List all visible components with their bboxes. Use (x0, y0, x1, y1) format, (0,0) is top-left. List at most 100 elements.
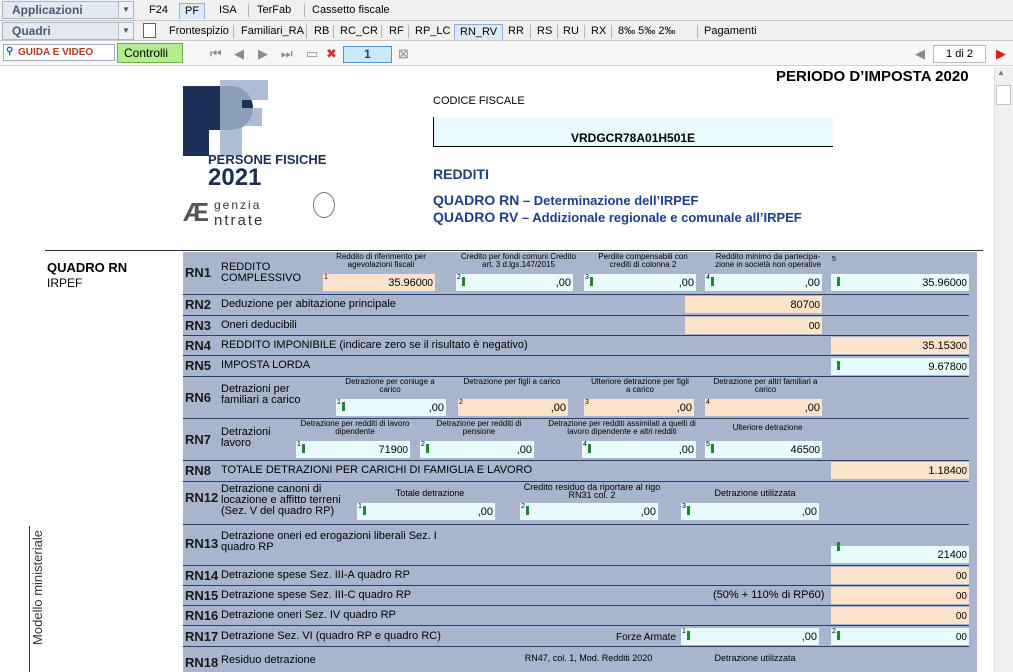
applicazioni-dropdown[interactable]: Applicazioni ▼ (2, 1, 134, 19)
page-number-input[interactable]: 1 (343, 46, 392, 63)
new-page-icon[interactable]: ▭ (306, 46, 318, 62)
guida-video-button[interactable]: ⚲ GUIDA E VIDEO (3, 44, 115, 61)
rn17-forze-armate[interactable]: 1,00 (681, 628, 819, 645)
tab-rf[interactable]: RF (384, 24, 409, 40)
tab-cassetto-fiscale[interactable]: Cassetto fiscale (307, 3, 395, 19)
tab-rr[interactable]: RR (503, 24, 529, 40)
rn16-label: Detrazione oneri Sez. IV quadro RP (221, 609, 396, 621)
rn7-pensione[interactable]: 2,00 (420, 441, 534, 458)
rn8-code: RN8 (185, 463, 212, 478)
rn15-note: (50% + 110% di RP60) (713, 589, 825, 601)
rn13-value[interactable]: 21400 (831, 542, 969, 563)
rn1-cap3: Perdite compensabili con crediti di colo… (598, 252, 688, 269)
tab-rn-rv[interactable]: RN_RV (454, 24, 504, 40)
logo-year: 2021 (208, 164, 262, 191)
rn7-assimilati[interactable]: 4,00 (582, 441, 696, 458)
divider (45, 250, 983, 251)
prev-page-icon[interactable]: ◀ (915, 46, 925, 62)
rn6-cap1: Detrazione per coniuge a carico (345, 377, 435, 394)
rn7-lavoro-dipendente[interactable]: 1 71900 (296, 441, 410, 458)
rn12-cap1: Totale detrazione (395, 488, 465, 498)
cancel-icon[interactable]: ⊠ (398, 46, 409, 62)
rn6-figli[interactable]: 2,00 (458, 399, 568, 416)
controlli-button[interactable]: Controlli (117, 43, 183, 63)
tab-frontespizio[interactable]: Frontespizio (164, 24, 234, 40)
next-page-icon[interactable]: ▶ (258, 46, 268, 62)
tab-familiari-ra[interactable]: Familiari_RA (236, 24, 309, 40)
next-page-icon[interactable]: ▶ (996, 46, 1006, 62)
rn5-value[interactable]: 9.67800 (831, 358, 969, 375)
rn1-cap2: Credito per fondi comuni Credito art. 3 … (460, 252, 577, 269)
quadri-label: Quadri (12, 24, 51, 38)
pdf-icon[interactable] (143, 23, 156, 38)
prev-page-icon[interactable]: ◀ (234, 46, 244, 62)
delete-page-icon[interactable]: ✖ (326, 46, 337, 62)
rn1-credito-fondi[interactable]: 2,00 (456, 274, 573, 291)
rn1-reddito-riferimento[interactable]: 1 35.96000 (323, 274, 435, 291)
rn7-label: Detrazioni lavoro (221, 426, 271, 449)
rn4-value[interactable]: 35.15300 (831, 337, 969, 354)
rn7-ulteriore[interactable]: 5 46500 (705, 441, 822, 458)
rn14-label: Detrazione spese Sez. III-A quadro RP (221, 569, 410, 581)
guida-label: GUIDA E VIDEO (18, 47, 94, 58)
rn1-perdite[interactable]: 3,00 (584, 274, 696, 291)
rn14-value[interactable]: 00 (831, 567, 969, 584)
rn6-altri-familiari[interactable]: 4,00 (705, 399, 822, 416)
pf-logo: PERSONE FISICHE 2021 Æ genzia ntrate (183, 80, 353, 235)
rn12-cap3: Detrazione utilizzata (714, 488, 796, 498)
tab-per-mille[interactable]: 8‰ 5‰ 2‰ (613, 24, 680, 40)
rn14-code: RN14 (185, 568, 219, 583)
rn4-label: REDDITO IMPONIBILE (indicare zero se il … (221, 339, 528, 351)
rn12-cap2: Credito residuo da riportare al rigo RN3… (523, 482, 661, 500)
rn16-code: RN16 (185, 608, 219, 623)
rn6-cap2: Detrazione per figli a carico (463, 377, 561, 386)
rn2-code: RN2 (185, 297, 212, 312)
rn12-credito[interactable]: 2,00 (520, 503, 658, 520)
rn17-value[interactable]: 2 00 (831, 628, 969, 645)
rn8-value[interactable]: 1.18400 (831, 462, 969, 479)
rn15-label: Detrazione spese Sez. III-C quadro RP (221, 589, 412, 601)
rn6-ulteriore-figli[interactable]: 3,00 (584, 399, 694, 416)
rn3-value[interactable]: 00 (685, 317, 822, 334)
rn1-reddito-complessivo[interactable]: 5 35.96000 (831, 256, 969, 291)
rn6-coniuge[interactable]: 1,00 (336, 399, 446, 416)
last-page-icon[interactable]: ⏭ (281, 46, 293, 62)
rn6-cap3: Ulteriore detrazione per figli a carico (591, 377, 689, 394)
tab-rb[interactable]: RB (309, 24, 334, 40)
rn7-cap3: Detrazione per redditi assimilati a quel… (548, 419, 696, 436)
tab-f24[interactable]: F24 (144, 3, 173, 19)
applicazioni-label: Applicazioni (12, 3, 83, 17)
chevron-down-icon[interactable]: ▼ (118, 23, 133, 39)
rn12-totale[interactable]: 1,00 (357, 503, 495, 520)
rn3-label: Oneri deducibili (221, 319, 297, 331)
rn5-label: IMPOSTA LORDA (221, 359, 311, 371)
tab-rs[interactable]: RS (532, 24, 557, 40)
rn1-label: REDDITO COMPLESSIVO (221, 261, 302, 284)
codice-fiscale-field[interactable]: VRDGCR78A01H501E (433, 117, 833, 147)
tab-rp-lc[interactable]: RP_LC (410, 24, 455, 40)
rn15-value[interactable]: 00 (831, 587, 969, 604)
tab-pagamenti[interactable]: Pagamenti (699, 24, 762, 40)
rn12-utilizzata[interactable]: 3,00 (681, 503, 819, 520)
rn1-reddito-minimo[interactable]: 4,00 (705, 274, 822, 291)
scroll-up-icon[interactable]: ▲ (997, 68, 1005, 77)
tab-terfab[interactable]: TerFab (252, 3, 296, 19)
rn1-cap1: Reddito di riferimento per agevolazioni … (336, 252, 426, 269)
tab-ru[interactable]: RU (558, 24, 584, 40)
rn13-code: RN13 (185, 536, 219, 551)
rn2-value[interactable]: 80700 (685, 296, 822, 313)
rn8-label: TOTALE DETRAZIONI PER CARICHI DI FAMIGLI… (221, 464, 533, 476)
tab-rc-cr[interactable]: RC_CR (335, 24, 383, 40)
rn7-cap5: Ulteriore detrazione (732, 423, 803, 432)
tab-rx[interactable]: RX (586, 24, 611, 40)
tab-pf[interactable]: PF (179, 3, 206, 19)
quadri-dropdown[interactable]: Quadri ▼ (2, 22, 134, 40)
rn6-label: Detrazioni per familiari a carico (221, 383, 301, 406)
chevron-down-icon[interactable]: ▼ (118, 2, 133, 18)
vertical-scrollbar[interactable] (994, 67, 1013, 672)
tab-isa[interactable]: ISA (214, 3, 242, 19)
rn16-value[interactable]: 00 (831, 607, 969, 624)
scrollbar-thumb[interactable] (996, 85, 1011, 105)
rn6-cap4: Detrazione per altri familiari a carico (713, 377, 818, 394)
first-page-icon[interactable]: ⏮ (210, 46, 222, 62)
